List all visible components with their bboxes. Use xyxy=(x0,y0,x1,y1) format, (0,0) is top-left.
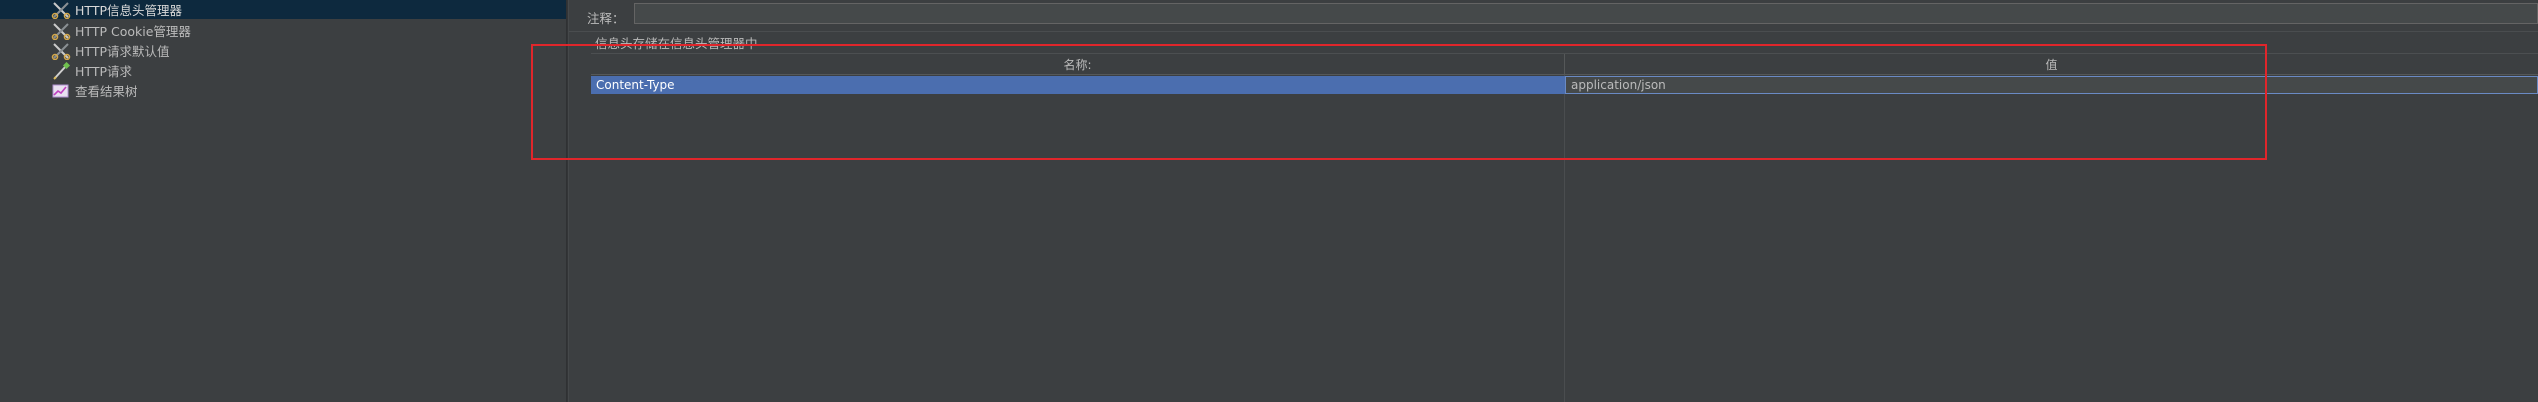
tree-item-label: HTTP信息头管理器 xyxy=(75,3,182,18)
comment-input[interactable] xyxy=(634,3,2538,24)
tree-item-http-request[interactable]: HTTP请求 xyxy=(50,61,132,80)
table-body: Content-Type application/json xyxy=(591,75,2538,402)
table-header: 名称: 值 xyxy=(591,53,2538,75)
scissors-icon xyxy=(50,42,72,60)
section-title: 信息头存储在信息头管理器中 xyxy=(595,36,758,51)
column-header-name[interactable]: 名称: xyxy=(591,54,1565,74)
header-manager-panel: 注释： 信息头存储在信息头管理器中 名称: 值 Content-Type app… xyxy=(569,0,2538,402)
tree-item-http-header-manager[interactable]: HTTP信息头管理器 xyxy=(0,0,566,19)
tree-item-label: 查看结果树 xyxy=(75,84,138,99)
jmeter-window: HTTP信息头管理器 HTTP Cookie管理器 HTTP请求默认值 HTTP… xyxy=(0,0,2538,402)
tree-item-view-results-tree[interactable]: 查看结果树 xyxy=(50,81,138,100)
comment-label: 注释： xyxy=(587,11,625,26)
cell-header-value[interactable]: application/json xyxy=(1565,76,2538,94)
cell-header-name[interactable]: Content-Type xyxy=(591,76,1565,94)
test-plan-tree: HTTP信息头管理器 HTTP Cookie管理器 HTTP请求默认值 HTTP… xyxy=(0,0,566,402)
tree-item-label: HTTP请求 xyxy=(75,64,132,79)
tree-item-label: HTTP Cookie管理器 xyxy=(75,24,191,39)
tree-item-label: HTTP请求默认值 xyxy=(75,44,170,59)
pipette-icon xyxy=(50,61,72,80)
tree-item-http-request-defaults[interactable]: HTTP请求默认值 xyxy=(50,41,170,60)
scissors-icon xyxy=(50,22,72,40)
tree-item-http-cookie-manager[interactable]: HTTP Cookie管理器 xyxy=(50,21,191,40)
table-row[interactable]: Content-Type application/json xyxy=(591,76,2538,94)
column-divider xyxy=(1564,75,1565,402)
scissors-icon xyxy=(50,1,72,19)
section-divider xyxy=(569,31,2538,32)
chart-icon xyxy=(50,82,72,100)
headers-table: 名称: 值 Content-Type application/json xyxy=(591,53,2538,402)
column-header-value[interactable]: 值 xyxy=(1565,54,2538,74)
